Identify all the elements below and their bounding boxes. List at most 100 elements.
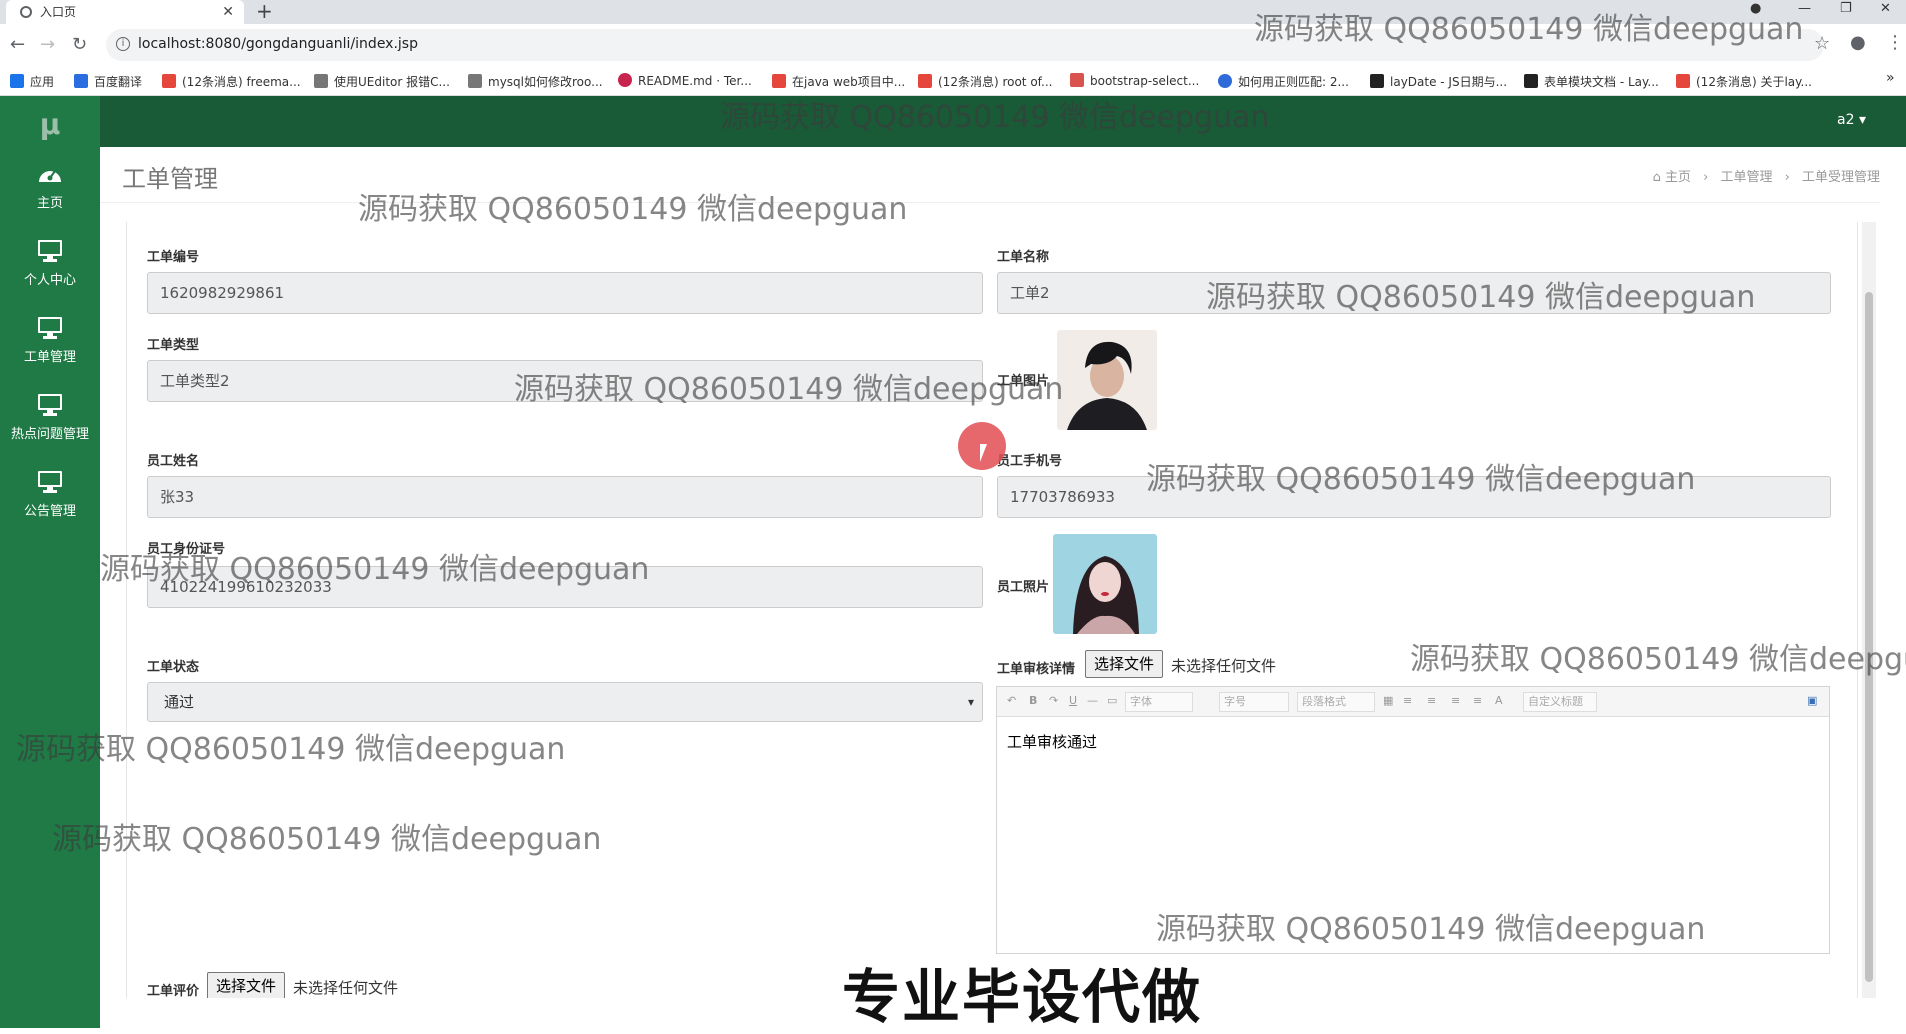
ticket-name-input[interactable]: 工单2: [997, 272, 1831, 314]
sidebar-item-home[interactable]: 主页: [0, 152, 100, 222]
sidebar-item-label: 工单管理: [23, 350, 76, 365]
monitor-icon: [38, 317, 62, 339]
sidebar-item-label: 主页: [36, 196, 63, 211]
bookmark-item[interactable]: README.md · Ter...: [618, 73, 752, 88]
page-header: 工单管理 ⌂ 主页 › 工单管理 › 工单受理管理: [100, 147, 1880, 203]
bookmark-item[interactable]: 百度翻译: [74, 73, 142, 90]
sidebar-item-profile[interactable]: 个人中心: [0, 229, 100, 299]
new-tab-button[interactable]: +: [256, 0, 273, 22]
user-menu[interactable]: a2 ▾: [1837, 112, 1866, 128]
bookmark-item[interactable]: mysql如何修改roo...: [468, 73, 603, 90]
breadcrumb-tickets[interactable]: 工单管理: [1720, 170, 1772, 185]
info-icon[interactable]: i: [116, 37, 130, 51]
bookmark-item[interactable]: bootstrap-select...: [1070, 73, 1199, 88]
sidebar-item-label: 公告管理: [23, 504, 76, 519]
portrait-male-image: [1057, 330, 1157, 430]
clear-format-icon[interactable]: ▭: [1107, 694, 1117, 707]
fullscreen-icon[interactable]: ▣: [1807, 694, 1817, 707]
bold-icon[interactable]: B: [1029, 694, 1037, 707]
scrollbar[interactable]: [1862, 222, 1876, 998]
bookmark-star-icon[interactable]: ☆: [1814, 33, 1830, 54]
back-icon[interactable]: ←: [10, 34, 25, 55]
ticket-no-input[interactable]: 1620982929861: [147, 272, 983, 314]
bookmark-item[interactable]: 使用UEditor 报错C...: [314, 73, 450, 90]
bookmark-item[interactable]: 应用: [10, 73, 54, 90]
review-detail-editor[interactable]: ↶ B ↷ U — ▭ 字体 字号 段落格式 ▦ ≡ ≡ ≡ ≡ A 自定义标题…: [996, 686, 1830, 954]
close-tab-icon[interactable]: ✕: [222, 0, 234, 24]
page-icon: [468, 74, 482, 88]
underline-icon[interactable]: U: [1069, 694, 1077, 707]
evaluation-label: 工单评价: [147, 984, 200, 998]
evaluation-file-button[interactable]: 选择文件: [207, 972, 286, 998]
sidebar-item-notices[interactable]: 公告管理: [0, 460, 100, 530]
bookmark-item[interactable]: (12条消息) 关于lay...: [1676, 73, 1812, 90]
bookmark-item[interactable]: (12条消息) freema...: [162, 73, 301, 90]
mouse-pointer-icon: [980, 444, 987, 462]
paw-icon: [1218, 74, 1232, 88]
reload-icon[interactable]: ↻: [72, 34, 87, 55]
url-text: localhost:8080/gongdanguanli/index.jsp: [138, 36, 418, 52]
paragraph-select[interactable]: 段落格式: [1297, 692, 1375, 712]
ticket-status-select[interactable]: 通过 ▾: [147, 682, 983, 722]
undo-icon[interactable]: ↶: [1007, 694, 1016, 707]
breadcrumb-home[interactable]: 主页: [1665, 170, 1691, 185]
dashboard-icon: [39, 170, 61, 182]
bookmark-item[interactable]: 如何用正则匹配: 2...: [1218, 73, 1349, 90]
font-select[interactable]: 字体: [1125, 692, 1193, 712]
bookmark-label: 在java web项目中...: [792, 75, 906, 89]
more-bookmarks-icon[interactable]: »: [1886, 70, 1895, 86]
justify-icon[interactable]: ≡: [1473, 694, 1482, 707]
gitee-icon: [618, 73, 632, 87]
hr-icon[interactable]: —: [1087, 694, 1098, 707]
editor-content[interactable]: 工单审核通过: [1007, 731, 1097, 752]
scrollbar-thumb[interactable]: [1865, 292, 1873, 982]
close-window-icon[interactable]: ✕: [1880, 0, 1891, 18]
employee-phone-input[interactable]: 17703786933: [997, 476, 1831, 518]
sidebar-item-hot-issues[interactable]: 热点问题管理: [0, 383, 100, 453]
bookmark-label: 百度翻译: [94, 75, 143, 89]
globe-icon: [20, 6, 32, 18]
breadcrumb: ⌂ 主页 › 工单管理 › 工单受理管理: [1653, 166, 1880, 185]
bookmark-item[interactable]: layDate - JS日期与...: [1370, 73, 1507, 90]
ticket-type-label: 工单类型: [147, 338, 200, 353]
layui-icon: [1370, 74, 1384, 88]
forward-icon[interactable]: →: [40, 34, 55, 55]
sidebar-item-tickets[interactable]: 工单管理: [0, 306, 100, 376]
restore-icon[interactable]: ❐: [1840, 0, 1852, 18]
monitor-icon: [38, 240, 62, 262]
redo-icon[interactable]: ↷: [1049, 694, 1058, 707]
menu-icon[interactable]: ⋮: [1886, 32, 1904, 53]
employee-phone-label: 员工手机号: [997, 454, 1063, 469]
bookmark-item[interactable]: (12条消息) root of...: [918, 73, 1052, 90]
bookmark-label: (12条消息) root of...: [938, 75, 1053, 89]
custom-title-select[interactable]: 自定义标题: [1523, 692, 1597, 712]
bookmark-item[interactable]: 表单模块文档 - Lay...: [1524, 73, 1659, 90]
url-field[interactable]: i localhost:8080/gongdanguanli/index.jsp: [106, 29, 1824, 61]
bookmark-label: (12条消息) freema...: [182, 75, 301, 89]
align-right-icon[interactable]: ≡: [1451, 694, 1460, 707]
evaluation-file-text: 未选择任何文件: [293, 979, 399, 997]
align-center-icon[interactable]: ≡: [1427, 694, 1436, 707]
layui-icon: [1524, 74, 1538, 88]
employee-id-input[interactable]: 410224199610232033: [147, 566, 983, 608]
font-size-select[interactable]: 字号: [1219, 692, 1289, 712]
bookmark-item[interactable]: 在java web项目中...: [772, 73, 905, 90]
home-icon: ⌂: [1652, 170, 1665, 185]
align-left-icon[interactable]: ≡: [1403, 694, 1412, 707]
employee-photo: [1053, 534, 1157, 634]
employee-name-input[interactable]: 张33: [147, 476, 983, 518]
table-icon[interactable]: ▦: [1383, 694, 1393, 707]
review-detail-label: 工单审核详情: [997, 662, 1076, 677]
translate-icon: [74, 74, 88, 88]
ticket-status-label: 工单状态: [147, 660, 200, 675]
bookmark-label: layDate - JS日期与...: [1390, 75, 1508, 89]
account-icon[interactable]: ●: [1850, 32, 1866, 53]
csdn-icon: [162, 74, 176, 88]
bookmark-label: bootstrap-select...: [1090, 74, 1200, 88]
browser-tab[interactable]: 入口页 ✕: [6, 0, 244, 24]
font-color-icon[interactable]: A: [1495, 694, 1503, 707]
review-file-button[interactable]: 选择文件: [1085, 650, 1164, 678]
profile-dot-icon[interactable]: ●: [1750, 0, 1761, 18]
ticket-type-input[interactable]: 工单类型2: [147, 360, 983, 402]
minimize-icon[interactable]: —: [1798, 0, 1811, 18]
